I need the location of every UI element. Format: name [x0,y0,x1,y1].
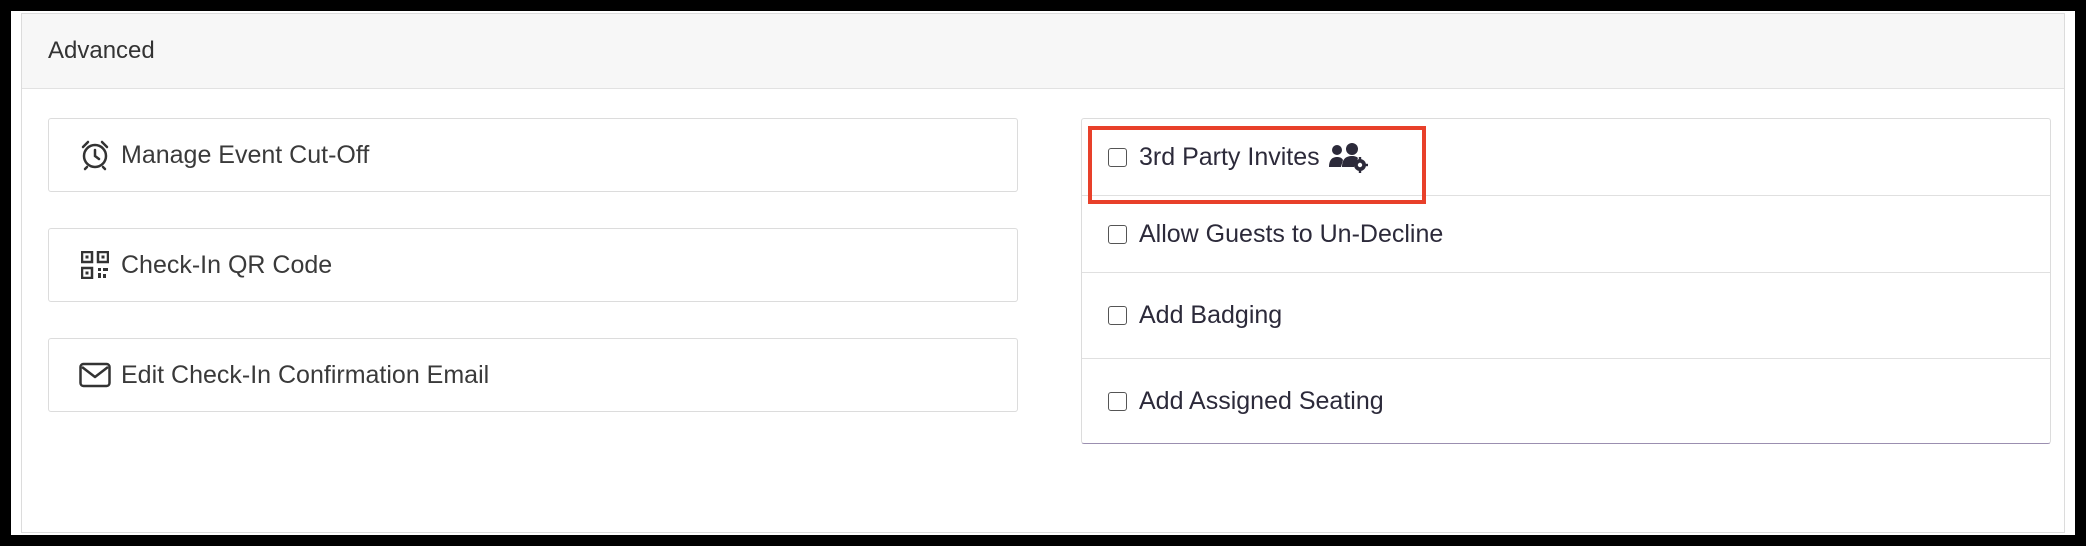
advanced-panel: Advanced Manage Event Cut-Off Check-In Q… [21,13,2065,533]
edit-check-in-email-button[interactable]: Edit Check-In Confirmation Email [48,338,1018,412]
panel-title: Advanced [48,37,155,64]
users-gear-icon [1328,141,1368,173]
manage-event-cutoff-label: Manage Event Cut-Off [121,140,370,169]
options-list: 3rd Party Invites Allow Guests to Un-Dec… [1081,118,2051,444]
add-assigned-seating-checkbox[interactable] [1108,391,1127,411]
alarm-clock-icon [79,139,111,171]
screen-frame: Advanced Manage Event Cut-Off Check-In Q… [11,11,2075,535]
option-add-assigned-seating: Add Assigned Seating [1082,359,2050,443]
option-allow-guests-un-decline: Allow Guests to Un-Decline [1082,196,2050,273]
edit-check-in-email-label: Edit Check-In Confirmation Email [121,360,490,389]
add-badging-label: Add Badging [1139,301,1283,329]
qr-code-icon [79,249,111,281]
option-add-badging: Add Badging [1082,273,2050,359]
allow-guests-un-decline-label: Allow Guests to Un-Decline [1139,219,1444,248]
add-badging-checkbox[interactable] [1108,306,1127,325]
option-3rd-party-invites: 3rd Party Invites [1082,119,2050,196]
envelope-icon [79,359,111,391]
add-assigned-seating-label: Add Assigned Seating [1139,386,1384,415]
allow-guests-un-decline-checkbox[interactable] [1108,224,1127,244]
3rd-party-invites-label: 3rd Party Invites [1139,142,1320,171]
check-in-qr-code-label: Check-In QR Code [121,250,333,279]
manage-event-cutoff-button[interactable]: Manage Event Cut-Off [48,118,1018,192]
3rd-party-invites-checkbox[interactable] [1108,147,1127,167]
check-in-qr-code-button[interactable]: Check-In QR Code [48,228,1018,302]
panel-header: Advanced [22,14,2064,89]
